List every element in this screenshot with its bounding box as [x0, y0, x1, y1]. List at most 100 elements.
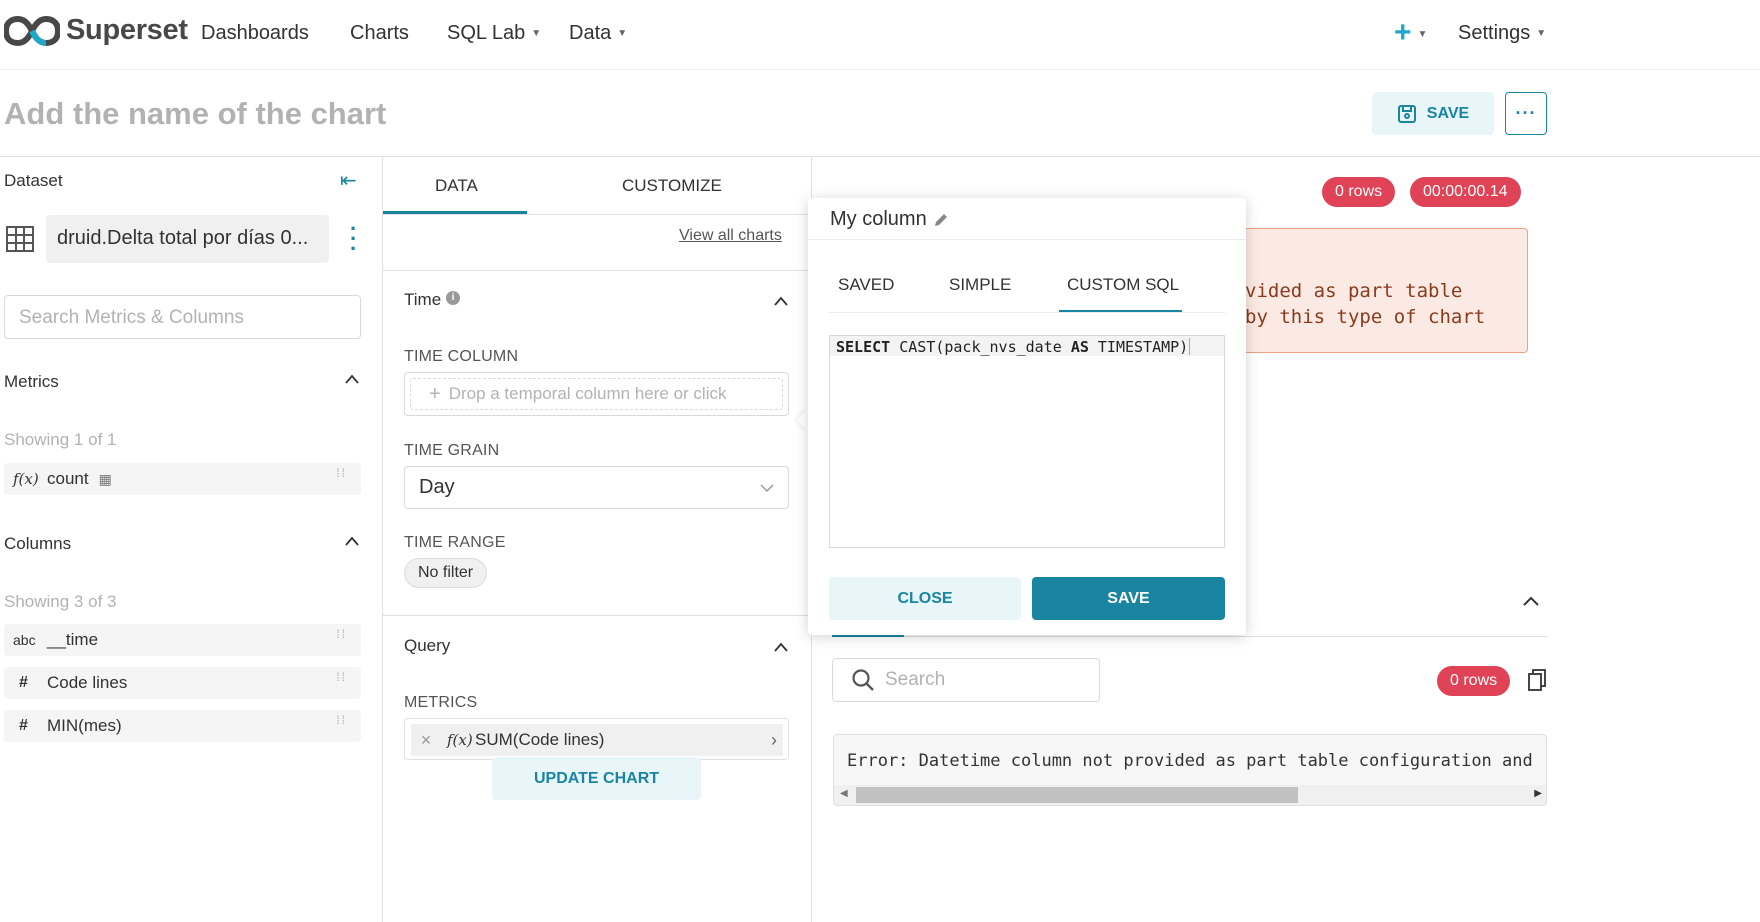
- nav-settings[interactable]: Settings ▼: [1458, 22, 1546, 45]
- panel-divider-left: [382, 157, 383, 922]
- table-icon: [6, 226, 34, 252]
- view-all-charts-link[interactable]: View all charts: [679, 227, 782, 245]
- drag-handle-icon[interactable]: ⁞⁞: [336, 714, 347, 726]
- save-button[interactable]: SAVE: [1032, 577, 1225, 620]
- list-item[interactable]: # Code lines ⁞⁞: [4, 667, 361, 699]
- columns-section-title: Columns: [4, 534, 72, 553]
- more-options-button[interactable]: ···: [1505, 92, 1547, 135]
- time-range-label: TIME RANGE: [404, 534, 506, 551]
- collapse-panel-icon[interactable]: ⇤: [340, 168, 357, 193]
- superset-logo[interactable]: Superset: [4, 14, 188, 47]
- tab-custom-sql[interactable]: CUSTOM SQL: [1067, 275, 1179, 295]
- sql-keyword: SELECT: [836, 338, 891, 356]
- results-search-input[interactable]: Search: [832, 658, 1100, 702]
- dataset-selector[interactable]: druid.Delta total por días 0...: [46, 215, 329, 263]
- save-icon: [1397, 104, 1416, 123]
- pencil-icon[interactable]: [933, 212, 949, 228]
- header-divider: [0, 156, 1760, 157]
- numeric-type-icon: #: [19, 674, 28, 691]
- column-name: __time: [47, 630, 99, 649]
- query-time-badge: 00:00:00.14: [1410, 177, 1521, 207]
- sql-editor[interactable]: SELECT CAST(pack_nvs_date AS TIMESTAMP): [829, 335, 1225, 548]
- popover-tabs-divider: [829, 312, 1225, 313]
- dataset-panel-title: Dataset: [4, 171, 63, 190]
- drag-handle-icon[interactable]: ⁞⁞: [336, 671, 347, 683]
- time-column-placeholder: Drop a temporal column here or click: [448, 384, 727, 403]
- sql-keyword: AS: [1070, 338, 1089, 356]
- scrollbar-thumb[interactable]: [856, 787, 1298, 803]
- function-icon: f(x): [447, 731, 473, 749]
- error-message-text: Error: Datetime column not provided as p…: [847, 751, 1533, 771]
- text-cursor: [1189, 338, 1190, 355]
- save-chart-button[interactable]: SAVE: [1372, 92, 1494, 135]
- chevron-up-icon[interactable]: [345, 536, 359, 546]
- nav-data[interactable]: Data ▼: [569, 22, 627, 45]
- drag-handle-icon[interactable]: ⁞⁞: [336, 467, 347, 479]
- caret-down-icon: ▼: [617, 28, 628, 40]
- update-chart-button[interactable]: UPDATE CHART: [492, 757, 701, 800]
- nav-settings-label: Settings: [1458, 22, 1531, 44]
- chevron-up-icon[interactable]: [345, 374, 359, 384]
- time-grain-label: TIME GRAIN: [404, 442, 500, 459]
- nav-sql-lab[interactable]: SQL Lab ▼: [447, 22, 541, 45]
- time-column-dropzone[interactable]: + Drop a temporal column here or click: [404, 372, 789, 416]
- tab-data[interactable]: DATA: [435, 176, 478, 196]
- ellipsis-icon: ···: [1515, 103, 1537, 123]
- metrics-showing-count: Showing 1 of 1: [4, 430, 117, 449]
- query-section-title: Query: [404, 636, 451, 655]
- new-plus-menu[interactable]: + ▼: [1394, 16, 1427, 50]
- section-divider: [383, 270, 811, 271]
- metrics-section-title: Metrics: [4, 372, 59, 391]
- rows-count-badge: 0 rows: [1437, 666, 1511, 696]
- metric-name: count: [47, 469, 89, 488]
- nav-charts[interactable]: Charts: [350, 22, 409, 45]
- metrics-label: METRICS: [404, 694, 478, 711]
- metrics-columns-search-input[interactable]: Search Metrics & Columns: [4, 295, 361, 339]
- tab-customize[interactable]: CUSTOMIZE: [622, 176, 722, 196]
- close-button[interactable]: CLOSE: [829, 577, 1021, 620]
- tab-saved[interactable]: SAVED: [838, 275, 894, 295]
- time-range-pill[interactable]: No filter: [404, 558, 488, 588]
- popover-title-divider: [808, 239, 1246, 240]
- chart-name-input[interactable]: Add the name of the chart: [4, 96, 386, 132]
- numeric-type-icon: #: [19, 717, 28, 734]
- brand-name: Superset: [66, 14, 188, 46]
- rows-count-badge: 0 rows: [1322, 177, 1396, 207]
- chevron-up-icon[interactable]: [774, 642, 788, 652]
- dataset-menu-icon[interactable]: · · ·: [350, 218, 357, 260]
- scroll-right-icon[interactable]: ▶: [1534, 788, 1542, 799]
- copy-icon[interactable]: [1527, 669, 1547, 691]
- save-chart-label: SAVE: [1426, 104, 1470, 122]
- results-search-placeholder: Search: [885, 669, 946, 690]
- caret-down-icon: ▼: [1536, 28, 1547, 40]
- caret-down-icon: ▼: [531, 28, 542, 40]
- time-section-title: Time: [404, 290, 442, 309]
- function-icon: f(x): [13, 470, 39, 488]
- metrics-dropzone[interactable]: × f(x) SUM(Code lines) ›: [404, 718, 789, 760]
- popover-title[interactable]: My column: [830, 208, 949, 231]
- list-item[interactable]: abc __time ⁞⁞: [4, 624, 361, 656]
- time-column-label: TIME COLUMN: [404, 348, 519, 365]
- nav-dashboards[interactable]: Dashboards: [201, 22, 309, 45]
- top-navbar: Superset Dashboards Charts SQL Lab ▼ Data…: [0, 0, 1760, 70]
- error-alert: vided as part table by this type of char…: [1210, 228, 1528, 353]
- list-item[interactable]: # MIN(mes) ⁞⁞: [4, 710, 361, 742]
- columns-showing-count: Showing 3 of 3: [4, 592, 117, 611]
- drag-handle-icon[interactable]: ⁞⁞: [336, 628, 347, 640]
- info-icon[interactable]: i: [446, 291, 460, 305]
- time-grain-select[interactable]: Day: [404, 466, 789, 509]
- remove-icon[interactable]: ×: [411, 730, 441, 751]
- results-tabs-divider: [832, 636, 1548, 637]
- sql-expression: CAST(pack_nvs_date: [899, 338, 1062, 356]
- string-type-icon: abc: [13, 632, 36, 648]
- horizontal-scrollbar[interactable]: ◀ ▶: [834, 785, 1546, 805]
- tab-simple[interactable]: SIMPLE: [949, 275, 1011, 295]
- caret-down-icon: ▼: [1417, 28, 1428, 40]
- list-item[interactable]: f(x) count ▦ ⁞⁞: [4, 463, 361, 495]
- nav-data-label: Data: [569, 22, 612, 44]
- chevron-up-icon[interactable]: [774, 296, 788, 306]
- column-popover: My column SAVED SIMPLE CUSTOM SQL SELECT…: [808, 198, 1246, 635]
- calculator-icon: ▦: [98, 470, 112, 487]
- chevron-up-icon[interactable]: [1523, 596, 1539, 606]
- scroll-left-icon[interactable]: ◀: [840, 788, 848, 799]
